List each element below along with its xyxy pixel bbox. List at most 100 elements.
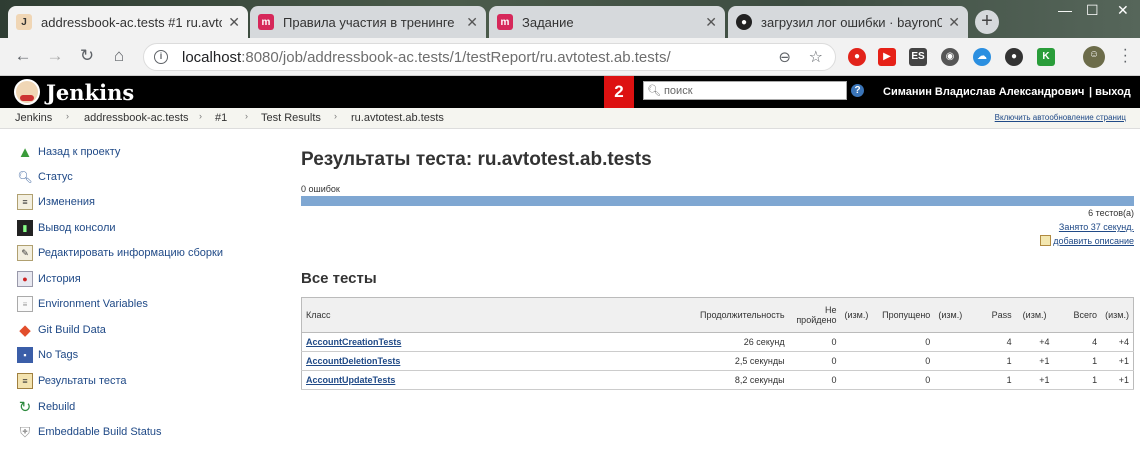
sidebar-item-rebuild[interactable]: ↻ Rebuild	[17, 398, 76, 416]
cell-total-diff: +4	[1101, 332, 1135, 352]
jenkins-title[interactable]: Jenkins	[46, 80, 134, 105]
chevron-right-icon: ›	[66, 111, 69, 121]
github-icon: ●	[736, 14, 752, 30]
address-bar[interactable]: i localhost:8080/job/addressbook-ac.test…	[143, 43, 836, 71]
notification-badge[interactable]: 2	[604, 76, 634, 108]
chevron-right-icon: ›	[334, 111, 337, 121]
auto-refresh-link[interactable]: Включить автообновление страниц	[995, 113, 1126, 122]
sidebar-item-git-build-data[interactable]: ◆ Git Build Data	[17, 321, 106, 339]
breadcrumb: Jenkins › addressbook-ac.tests › #1 › Te…	[0, 108, 1140, 129]
shield-icon: ⛨	[19, 423, 31, 440]
zoom-icon[interactable]: ⊖	[778, 48, 791, 66]
header-failed[interactable]: Не пройдено	[788, 297, 841, 333]
class-link[interactable]: AccountCreationTests	[306, 337, 401, 347]
sidebar-item-test-results[interactable]: ≡ Результаты теста	[17, 372, 127, 390]
cell-failed-diff	[840, 332, 873, 352]
close-icon[interactable]: ✕	[466, 14, 478, 31]
header-pass[interactable]: Pass	[966, 297, 1016, 333]
evernote-icon[interactable]: K	[1037, 48, 1055, 66]
lightbulb-icon[interactable]: ◉	[941, 48, 959, 66]
cell-pass: 1	[966, 351, 1016, 371]
forward-arrow-icon[interactable]: →	[44, 46, 66, 66]
info-icon[interactable]: i	[154, 50, 168, 64]
reload-icon[interactable]: ↻	[76, 46, 98, 66]
new-tab-button[interactable]: +	[975, 10, 999, 34]
profile-avatar[interactable]: ☺	[1083, 46, 1105, 68]
bookmark-star-icon[interactable]: ☆	[809, 47, 823, 67]
sidebar-item-edit-build-info[interactable]: ✎ Редактировать информацию сборки	[17, 244, 223, 262]
cell-skipped: 0	[872, 332, 935, 352]
sidebar-item-label: Embeddable Build Status	[38, 426, 162, 438]
tab-title: загрузил лог ошибки · bayron01	[761, 14, 943, 30]
sidebar-item-label: Назад к проекту	[38, 146, 121, 158]
close-icon[interactable]: ✕	[948, 14, 960, 31]
maximize-icon[interactable]: ☐	[1086, 2, 1099, 19]
mantis-icon: m	[497, 14, 513, 30]
user-name-link[interactable]: Симанин Владислав Александрович	[883, 86, 1084, 98]
header-total[interactable]: Всего	[1053, 297, 1102, 333]
cell-pass: 4	[966, 332, 1016, 352]
header-total-diff[interactable]: (изм.)	[1101, 297, 1135, 333]
cell-skipped-diff	[934, 351, 967, 371]
search-input[interactable]: 🔍︎ поиск	[643, 81, 847, 100]
cell-total: 1	[1053, 351, 1102, 371]
document-icon: ≡	[17, 296, 33, 312]
breadcrumb-test-results[interactable]: Test Results	[261, 112, 321, 124]
header-skipped[interactable]: Пропущено	[872, 297, 935, 333]
sidebar-item-console-output[interactable]: ▮ Вывод консоли	[17, 219, 116, 237]
table-row: AccountCreationTests 26 секунд 0 0 4 +4 …	[301, 332, 1135, 352]
sidebar-item-history[interactable]: ● История	[17, 270, 81, 288]
header-duration[interactable]: Продолжительность	[679, 297, 789, 333]
breadcrumb-build[interactable]: #1	[215, 112, 227, 124]
add-description-link[interactable]: добавить описание	[1040, 235, 1134, 246]
mantis-icon: m	[258, 14, 274, 30]
adblock-icon[interactable]: ●	[848, 48, 866, 66]
close-icon[interactable]: ✕	[228, 14, 240, 31]
header-skipped-diff[interactable]: (изм.)	[934, 297, 967, 333]
browser-tab-rules[interactable]: m Правила участия в тренинге ✕	[250, 6, 486, 38]
search-placeholder: поиск	[663, 84, 693, 97]
header-failed-diff[interactable]: (изм.)	[840, 297, 873, 333]
header-pass-diff[interactable]: (изм.)	[1015, 297, 1054, 333]
home-icon[interactable]: ⌂	[108, 46, 130, 66]
window-close-icon[interactable]: ✕	[1117, 2, 1129, 19]
sidebar-item-back-to-project[interactable]: ▲ Назад к проекту	[17, 143, 121, 161]
browser-tab-jenkins[interactable]: J addressbook-ac.tests #1 ru.avtot ✕	[8, 6, 248, 38]
sidebar-item-label: Git Build Data	[38, 324, 106, 336]
sidebar-item-status[interactable]: 🔍︎ Статус	[17, 168, 72, 186]
tab-title: Задание	[522, 14, 574, 30]
sidebar-item-no-tags[interactable]: ▪ No Tags	[17, 346, 78, 364]
breadcrumb-jenkins[interactable]: Jenkins	[15, 112, 52, 124]
notepad-icon: ≡	[17, 194, 33, 210]
url-text: localhost:8080/job/addressbook-ac.tests/…	[182, 49, 671, 66]
cell-class: AccountCreationTests	[301, 332, 680, 352]
class-link[interactable]: AccountUpdateTests	[306, 375, 395, 385]
jenkins-logo[interactable]	[14, 79, 40, 105]
browser-tab-github[interactable]: ● загрузил лог ошибки · bayron01 ✕	[728, 6, 968, 38]
terminal-icon: ▮	[17, 220, 33, 236]
es-extension-icon[interactable]: ES	[909, 48, 927, 66]
sidebar-item-changes[interactable]: ≡ Изменения	[17, 193, 95, 211]
more-menu-icon[interactable]: · · ·	[1123, 42, 1128, 70]
breadcrumb-package[interactable]: ru.avtotest.ab.tests	[351, 112, 444, 124]
header-class[interactable]: Класс	[301, 297, 680, 333]
browser-tab-task[interactable]: m Задание ✕	[489, 6, 725, 38]
back-arrow-icon[interactable]: ←	[12, 46, 34, 66]
duration-link[interactable]: Занято 37 секунд.	[1059, 222, 1134, 232]
sidebar-item-embeddable-build-status[interactable]: ⛨ Embeddable Build Status	[17, 423, 162, 441]
cell-pass-diff: +1	[1015, 351, 1054, 371]
youtube-icon[interactable]: ▶	[878, 48, 896, 66]
class-link[interactable]: AccountDeletionTests	[306, 356, 400, 366]
breadcrumb-job[interactable]: addressbook-ac.tests	[84, 112, 189, 124]
logout-link[interactable]: | выход	[1089, 86, 1131, 98]
close-icon[interactable]: ✕	[705, 14, 717, 31]
help-icon[interactable]: ?	[851, 84, 864, 97]
ninja-icon[interactable]: ●	[1005, 48, 1023, 66]
edit-icon	[1040, 235, 1052, 246]
sidebar-item-environment-variables[interactable]: ≡ Environment Variables	[17, 295, 148, 313]
minimize-icon[interactable]: —	[1058, 2, 1072, 18]
cell-failed: 0	[788, 332, 841, 352]
browser-toolbar: ← → ↻ ⌂ i localhost:8080/job/addressbook…	[0, 38, 1140, 76]
cell-failed-diff	[840, 370, 873, 390]
cloud-icon[interactable]: ☁	[973, 48, 991, 66]
